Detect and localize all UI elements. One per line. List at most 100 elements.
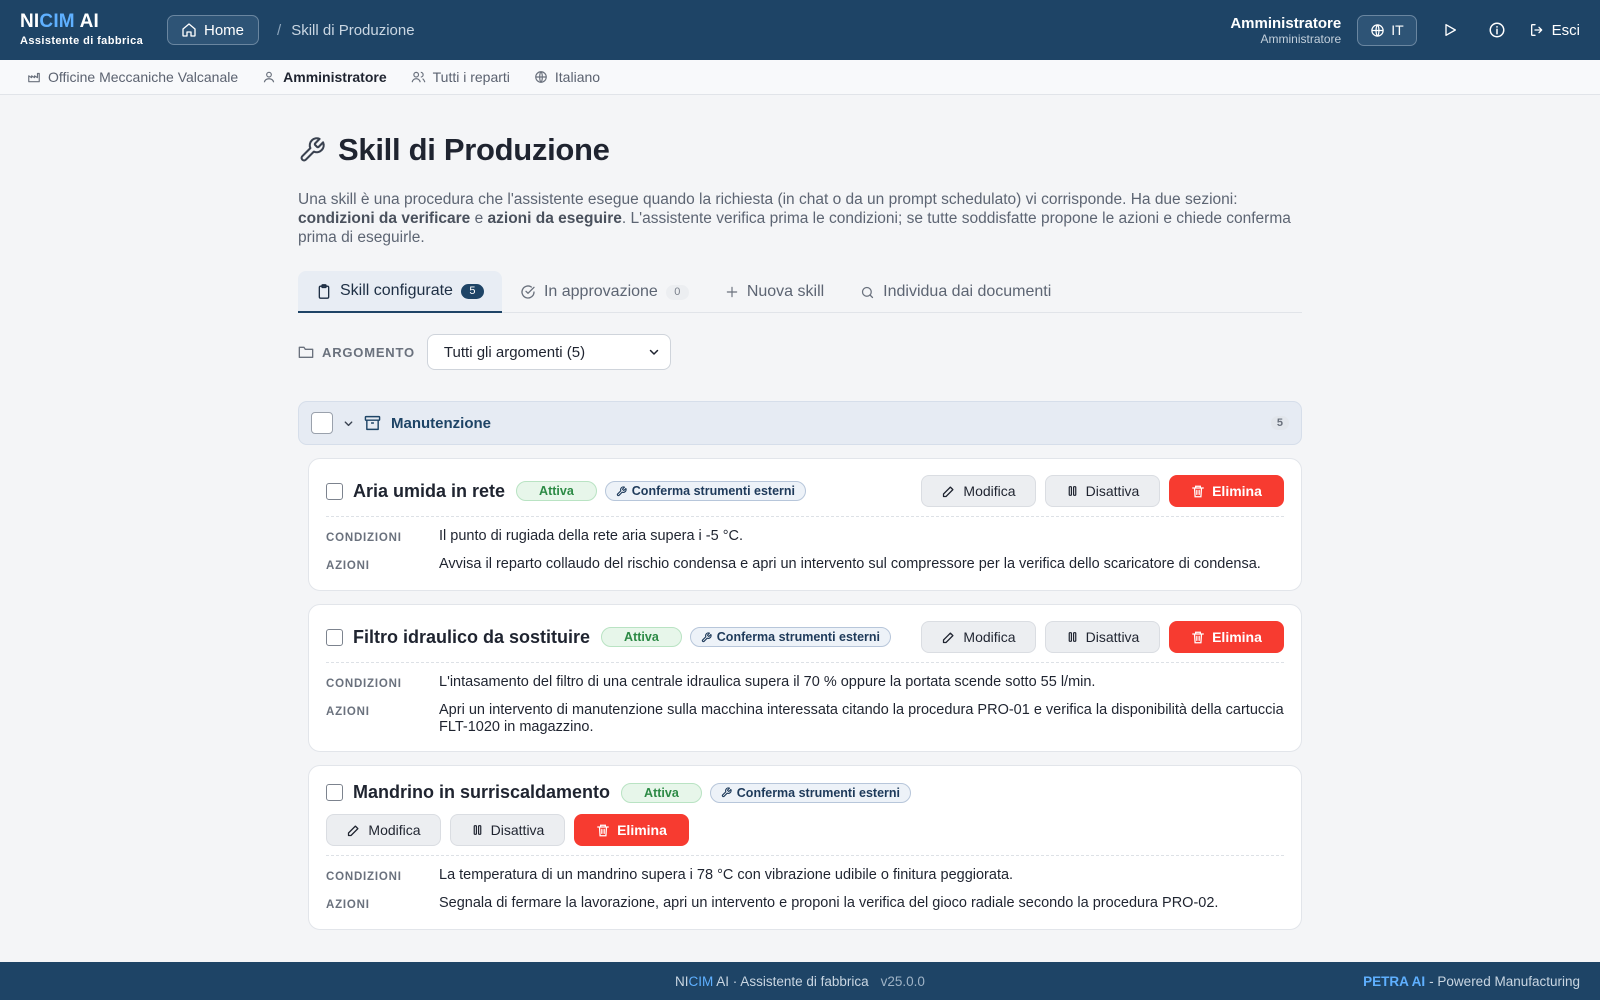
role-name: Amministratore [283,69,387,85]
play-button[interactable] [1435,15,1465,45]
disable-button[interactable]: Disattiva [1045,475,1160,507]
actions-label: AZIONI [326,899,370,911]
wrench-icon [298,136,326,164]
language-name: Italiano [554,69,601,85]
skill-title: Mandrino in surriscaldamento [353,782,611,802]
conditions-label: CONDIZIONI [326,871,402,883]
skill-conditions: CONDIZIONI L'intasamento del filtro di u… [326,674,1284,693]
footer-powered-by[interactable]: PETRA AI - Powered Manufacturing [1363,962,1580,1000]
status-badge: Attiva [621,782,702,803]
plus-icon [725,285,739,299]
tab-label: In approvazione [543,283,658,300]
logout-button[interactable]: Esci [1529,22,1580,39]
actions-label: AZIONI [326,706,370,718]
tab-bar: Skill configurate 5 In approvazione 0 Nu… [298,271,1302,313]
edit-button[interactable]: Modifica [921,621,1036,653]
tab-configured-skills[interactable]: Skill configurate 5 [298,271,502,313]
user-role: Amministratore [1260,31,1342,46]
actions-text: Apri un intervento di manutenzione sulla… [439,702,1284,735]
globe-icon [534,70,548,84]
page-header: Skill di Produzione [298,132,1302,168]
edit-button[interactable]: Modifica [921,475,1036,507]
disable-button[interactable]: Disattiva [450,814,565,846]
top-bar: NICIM AI Assistente di fabbrica Home / S… [0,0,1600,60]
tab-pending-approval[interactable]: In approvazione 0 [502,271,707,313]
skill-actions: AZIONI Avvisa il reparto collaudo del ri… [326,556,1284,575]
topic-select[interactable]: Tutti gli argomenti (5) [426,334,671,370]
skill-checkbox[interactable] [326,482,343,500]
company-selector[interactable]: Officine Meccaniche Valcanale [27,69,238,85]
conditions-label: CONDIZIONI [326,678,402,690]
archive-icon [364,415,381,431]
delete-button[interactable]: Elimina [1169,475,1284,507]
tool-confirm-badge: Conferma strumenti esterni [709,782,912,803]
tab-count-badge: 5 [460,283,484,299]
main-content: Skill di Produzione Una skill è una proc… [298,95,1302,930]
status-badge: Attiva [516,481,597,501]
department-selector[interactable]: Tutti i reparti [411,69,510,85]
delete-button[interactable]: Elimina [1169,621,1284,653]
filter-row: ARGOMENTO Tutti gli argomenti (5) [298,334,1302,370]
pencil-icon [941,484,956,499]
trash-icon [1191,630,1205,645]
context-bar: Officine Meccaniche Valcanale Amministra… [0,60,1600,95]
pencil-icon [346,823,361,838]
tab-label: Nuova skill [746,283,825,300]
user-info: Amministratore Amministratore [1230,15,1341,46]
tab-new-skill[interactable]: Nuova skill [707,271,842,313]
conditions-text: La temperatura di un mandrino supera i 7… [439,867,1014,883]
wrench-icon [616,485,627,497]
users-icon [411,70,426,84]
pause-icon [1066,484,1079,498]
brand-logo[interactable]: NICIM AI Assistente di fabbrica [20,12,156,48]
edit-button[interactable]: Modifica [326,814,441,846]
language-code: IT [1391,22,1404,38]
role-selector[interactable]: Amministratore [262,69,387,85]
group-header[interactable]: Manutenzione 5 [298,401,1302,445]
actions-text: Segnala di fermare la lavorazione, apri … [439,895,1219,911]
tab-label: Individua dai documenti [883,283,1052,300]
tool-confirm-badge: Conferma strumenti esterni [604,481,807,501]
tab-discover-from-documents[interactable]: Individua dai documenti [842,271,1069,313]
card-divider [326,662,1284,663]
footer-version: v25.0.0 [880,973,925,989]
skill-actions: AZIONI Segnala di fermare la lavorazione… [326,895,1284,914]
card-divider [326,516,1284,517]
group-checkbox[interactable] [311,412,333,434]
chevron-down-icon[interactable] [343,418,354,429]
wrench-icon [721,787,732,798]
company-name: Officine Meccaniche Valcanale [48,69,239,85]
conditions-text: Il punto di rugiada della rete aria supe… [439,528,744,544]
chevron-down-icon [648,346,660,358]
skill-card: Filtro idraulico da sostituire Attiva Co… [308,604,1302,752]
department-name: Tutti i reparti [432,69,510,85]
conditions-label: CONDIZIONI [326,532,402,544]
topic-select-value: Tutti gli argomenti (5) [443,343,586,361]
delete-button[interactable]: Elimina [574,814,689,846]
trash-icon [1191,484,1205,499]
home-button[interactable]: Home [167,15,260,45]
breadcrumb-current: Skill di Produzione [291,21,415,39]
card-divider [326,855,1284,856]
skill-checkbox[interactable] [326,784,343,801]
pause-icon [1066,630,1079,644]
pencil-icon [941,630,956,645]
footer-tagline: - Powered Manufacturing [1429,973,1580,989]
page-description: Una skill è una procedura che l'assisten… [298,191,1291,246]
actions-text: Avvisa il reparto collaudo del rischio c… [439,556,1261,572]
info-button[interactable] [1482,15,1512,45]
check-circle-icon [520,284,536,300]
language-selector[interactable]: Italiano [534,69,600,85]
skill-title: Filtro idraulico da sostituire [353,626,591,647]
tool-confirm-badge: Conferma strumenti esterni [689,627,892,647]
disable-button[interactable]: Disattiva [1045,621,1160,653]
language-button[interactable]: IT [1357,14,1417,46]
skill-conditions: CONDIZIONI Il punto di rugiada della ret… [326,528,1284,547]
wrench-icon [701,631,712,643]
home-icon [181,22,197,38]
user-icon [262,70,276,84]
skill-card: Aria umida in rete Attiva Conferma strum… [308,458,1302,591]
brand-title: NICIM AI [20,11,100,32]
skill-checkbox[interactable] [326,628,343,646]
page-title: Skill di Produzione [338,132,610,167]
